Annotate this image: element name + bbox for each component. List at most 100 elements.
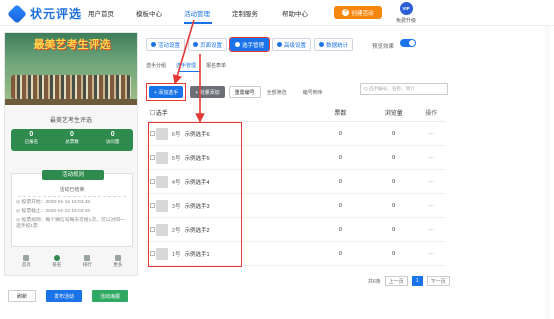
contestant-cell: 5号 示例选手5: [155, 151, 310, 164]
page-1-button[interactable]: 1: [411, 276, 423, 286]
advanced-settings-button[interactable]: 高级设置: [272, 38, 312, 51]
votes-cell: 0: [338, 202, 342, 209]
scrollbar[interactable]: [545, 26, 550, 319]
row-checkbox[interactable]: [150, 251, 155, 256]
more-options-icon[interactable]: ···: [416, 227, 446, 233]
row-checkbox[interactable]: [150, 155, 155, 160]
page-settings-button[interactable]: 页面设置: [188, 38, 228, 51]
contestant-avatar: [155, 199, 168, 212]
header-visits[interactable]: 浏览量: [371, 108, 416, 117]
visits-cell: 0: [392, 250, 396, 257]
select-all-checkbox[interactable]: [150, 110, 155, 115]
subtab-form[interactable]: 报名表单: [206, 62, 226, 69]
button-label: 页面设置: [200, 42, 223, 49]
banner-photo: [11, 75, 131, 99]
more-options-icon[interactable]: ···: [416, 203, 446, 209]
statistics-button[interactable]: 数据统计: [314, 38, 354, 51]
add-highlight: + 添加选手: [146, 83, 187, 101]
tab-more[interactable]: 更多: [103, 255, 134, 271]
contestant-number: 2号: [171, 227, 181, 234]
contestant-cell: 2号 示例选手2: [155, 223, 310, 236]
sort-dropdown[interactable]: 编号倒序: [303, 89, 323, 96]
refresh-button[interactable]: 刷新: [8, 290, 37, 302]
contestant-number: 1号: [171, 251, 181, 258]
stat-votes: 0 总票数: [52, 129, 93, 151]
preview-subtitle: 最美艺考生评选: [49, 118, 92, 124]
more-options-icon[interactable]: ···: [416, 179, 446, 185]
filter-dropdown[interactable]: 全部筛选: [267, 89, 287, 96]
create-activity-button[interactable]: + 创建活动: [334, 6, 382, 19]
table-row[interactable]: 3号 示例选手3 0 0 ···: [146, 194, 446, 218]
row-checkbox[interactable]: [150, 179, 155, 184]
ranking-icon: [53, 255, 60, 261]
button-label: 高级设置: [284, 42, 307, 49]
contestant-cell: 4号 示例选手4: [155, 175, 310, 188]
contestant-name: 示例选手6: [184, 131, 210, 138]
table-row[interactable]: 1号 示例选手1 0 0 ···: [146, 242, 446, 266]
rule-text: ◎ 投票规则：每个微信号每天可投1次，可以对同一选手投1票: [16, 218, 125, 229]
more-options-icon[interactable]: ···: [416, 155, 446, 161]
votes-cell: 0: [338, 154, 342, 161]
contestant-name: 示例选手4: [184, 179, 210, 186]
top-nav: 状元评选 用户首页 模板中心 活动管理 定制服务 帮助中心 + 创建活动 VIP…: [0, 0, 554, 26]
header-votes[interactable]: 票数: [310, 108, 371, 117]
tab-home[interactable]: 首页: [11, 255, 42, 271]
poster-button[interactable]: 活动海报: [92, 290, 129, 302]
nav-item-home[interactable]: 用户首页: [88, 8, 114, 18]
vip-badge-icon: VIP: [399, 2, 413, 15]
nav-item-templates[interactable]: 模板中心: [136, 8, 162, 18]
reset-number-button[interactable]: 重置编号: [228, 86, 261, 98]
home-icon: [23, 255, 30, 261]
vip-label: 免费升级: [396, 18, 417, 24]
add-contestant-button[interactable]: + 添加选手: [149, 86, 184, 98]
plus-icon: +: [342, 9, 350, 16]
row-checkbox[interactable]: [150, 227, 155, 232]
rule-start: ◎ 投票开始：2020-01-16 15:03:46: [16, 200, 91, 205]
row-checkbox[interactable]: [150, 131, 155, 136]
row-checkbox[interactable]: [150, 203, 155, 208]
table-row[interactable]: 5号 示例选手5 0 0 ···: [146, 146, 446, 170]
batch-add-button[interactable]: + 批量添加: [190, 86, 225, 98]
contestant-avatar: [155, 175, 168, 188]
tab-leaderboard[interactable]: 排行: [72, 255, 103, 271]
tab-ranking[interactable]: 排名: [42, 255, 73, 271]
nav-active-underline: [184, 22, 212, 24]
rule-end: ◎ 投票截止：2020-01-22 15:03:46: [16, 209, 91, 214]
table-row[interactable]: 6号 示例选手6 0 0 ···: [146, 122, 446, 146]
nav-item-help[interactable]: 帮助中心: [282, 8, 308, 18]
contestant-management-button[interactable]: 选手管理: [229, 37, 271, 52]
contestant-cell: 1号 示例选手1: [155, 247, 310, 260]
stat-label: 访问量: [105, 139, 120, 144]
logo-text: 状元评选: [30, 7, 83, 21]
visits-cell: 0: [392, 154, 396, 161]
button-label: 数据统计: [326, 42, 349, 49]
publish-button[interactable]: 发布活动: [46, 290, 83, 302]
search-input[interactable]: Q 选手编号，名称，简介: [360, 83, 448, 95]
votes-cell: 0: [338, 130, 342, 137]
contestant-number: 4号: [171, 179, 181, 186]
logo[interactable]: 状元评选: [7, 3, 83, 24]
vip-upgrade[interactable]: VIP 免费升级: [396, 2, 416, 24]
table-row[interactable]: 2号 示例选手2 0 0 ···: [146, 218, 446, 242]
subtab-contestants[interactable]: 选手管理: [176, 62, 196, 69]
preview-banner: 最美艺考生评选: [5, 33, 137, 105]
mobile-preview: 最美艺考生评选 最美艺考生评选 0 已报名 0 总票数 0 访问量 活动规则 活…: [4, 32, 138, 276]
contestant-number: 6号: [171, 131, 181, 138]
table-row[interactable]: 4号 示例选手4 0 0 ···: [146, 170, 446, 194]
chart-icon: [319, 42, 325, 47]
stat-visits: 0 访问量: [92, 129, 133, 151]
contestant-number: 5号: [171, 155, 181, 162]
next-page-button[interactable]: 下一页: [426, 276, 450, 286]
stat-num: 0: [110, 131, 115, 138]
users-icon: [235, 42, 241, 47]
more-options-icon[interactable]: ···: [416, 251, 446, 257]
prev-page-button[interactable]: 上一页: [384, 276, 408, 286]
nav-item-activity[interactable]: 活动管理: [184, 8, 210, 18]
nav-item-custom[interactable]: 定制服务: [232, 8, 258, 18]
more-options-icon[interactable]: ···: [416, 131, 446, 137]
stat-label: 总票数: [65, 139, 79, 144]
subtab-groups[interactable]: 选手分组: [146, 62, 166, 69]
activity-settings-button[interactable]: 活动设置: [146, 38, 186, 51]
tab-label: 首页: [21, 262, 31, 267]
preview-toggle[interactable]: [400, 39, 416, 47]
